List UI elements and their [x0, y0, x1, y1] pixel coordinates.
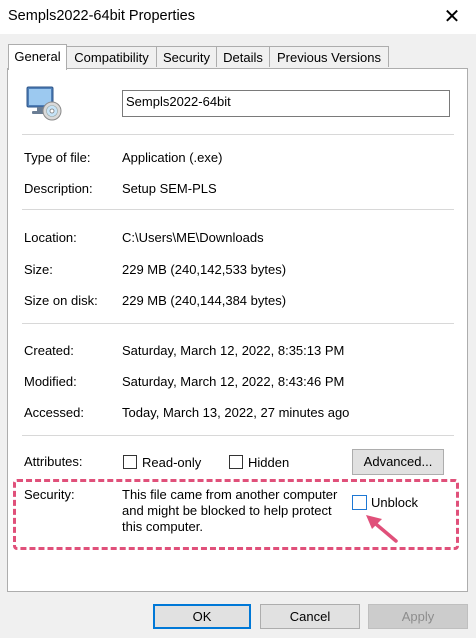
security-message-line: and might be blocked to help protect [122, 503, 332, 518]
tab-general[interactable]: General [8, 44, 67, 70]
tab-security[interactable]: Security [156, 46, 217, 67]
hidden-label[interactable]: Hidden [248, 455, 289, 470]
tab-compatibility[interactable]: Compatibility [66, 46, 157, 67]
advanced-button[interactable]: Advanced... [352, 449, 444, 475]
unblock-label[interactable]: Unblock [371, 495, 418, 510]
accessed-label: Accessed: [24, 405, 84, 420]
modified-label: Modified: [24, 374, 77, 389]
apply-button: Apply [368, 604, 468, 629]
tab-details[interactable]: Details [216, 46, 270, 67]
location-label: Location: [24, 230, 77, 245]
description-label: Description: [24, 181, 93, 196]
security-message-line: this computer. [122, 519, 203, 534]
ok-button[interactable]: OK [153, 604, 251, 629]
cancel-button[interactable]: Cancel [260, 604, 360, 629]
unblock-checkbox[interactable] [352, 495, 367, 510]
size-on-disk-value: 229 MB (240,144,384 bytes) [122, 293, 287, 308]
general-panel: Sempls2022-64bit Type of file: Applicati… [7, 68, 468, 592]
separator [22, 323, 454, 324]
size-label: Size: [24, 262, 53, 277]
attributes-label: Attributes: [24, 454, 83, 469]
read-only-checkbox[interactable] [123, 455, 137, 469]
security-message-line: This file came from another computer [122, 487, 338, 502]
location-value: C:\Users\ME\Downloads [122, 230, 264, 245]
created-label: Created: [24, 343, 74, 358]
application-installer-icon [24, 83, 64, 123]
file-name-field[interactable]: Sempls2022-64bit [122, 90, 450, 117]
separator [22, 435, 454, 436]
annotation-arrow-icon [366, 515, 398, 543]
close-icon[interactable]: ✕ [438, 3, 466, 31]
title-bar: Sempls2022-64bit Properties ✕ [0, 0, 476, 34]
security-label: Security: [24, 487, 75, 502]
hidden-checkbox[interactable] [229, 455, 243, 469]
type-label: Type of file: [24, 150, 91, 165]
size-on-disk-label: Size on disk: [24, 293, 98, 308]
window-title: Sempls2022-64bit Properties [8, 8, 195, 24]
type-value: Application (.exe) [122, 150, 223, 165]
modified-value: Saturday, March 12, 2022, 8:43:46 PM [122, 374, 345, 389]
tab-previous-versions[interactable]: Previous Versions [269, 46, 389, 67]
accessed-value: Today, March 13, 2022, 27 minutes ago [122, 405, 350, 420]
separator [22, 134, 454, 135]
size-value: 229 MB (240,142,533 bytes) [122, 262, 287, 277]
description-value: Setup SEM-PLS [122, 181, 217, 196]
read-only-label[interactable]: Read-only [142, 455, 201, 470]
created-value: Saturday, March 12, 2022, 8:35:13 PM [122, 343, 345, 358]
separator [22, 209, 454, 210]
security-message: This file came from another computer and… [122, 487, 337, 535]
